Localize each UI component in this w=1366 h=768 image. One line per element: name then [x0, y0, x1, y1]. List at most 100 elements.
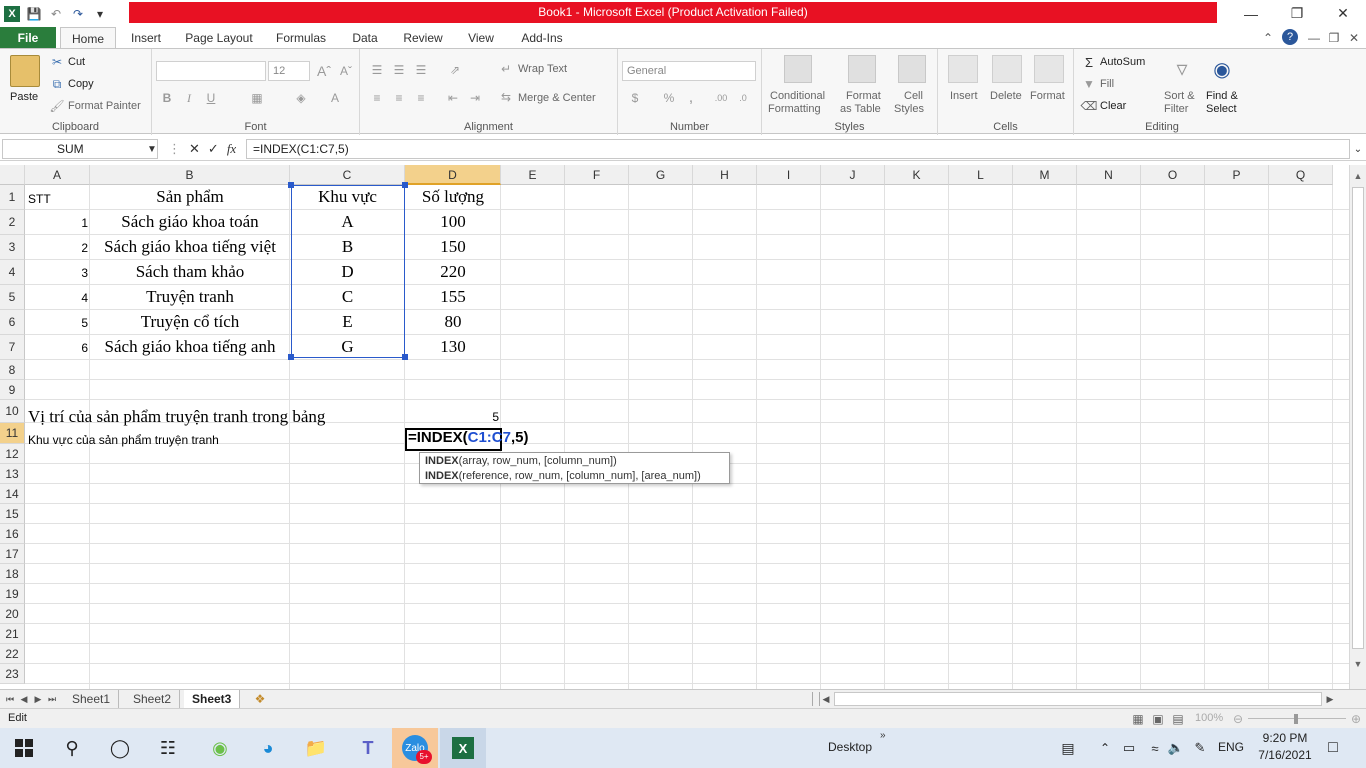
- cut-icon[interactable]: ✂: [50, 55, 64, 69]
- delete-cells-icon[interactable]: [992, 55, 1022, 83]
- align-right-icon[interactable]: ≡: [412, 89, 430, 107]
- name-box-dropdown-icon[interactable]: ▼: [146, 141, 158, 157]
- format-table-text[interactable]: Format: [846, 90, 881, 102]
- cell-b7[interactable]: Sách giáo khoa tiếng anh: [90, 337, 290, 357]
- desktop-toolbar-label[interactable]: Desktop: [828, 740, 872, 754]
- formula-bar-expander-icon[interactable]: ⋮: [168, 141, 181, 157]
- paste-button[interactable]: Paste: [10, 91, 38, 103]
- cell-d7[interactable]: 130: [405, 337, 501, 357]
- range-handle[interactable]: [288, 182, 294, 188]
- clock-time[interactable]: 9:20 PM: [1252, 731, 1318, 745]
- insert-function-icon[interactable]: fx: [227, 141, 236, 157]
- fill-color-icon[interactable]: ◈: [292, 89, 310, 107]
- desktop-chevron-icon[interactable]: »: [880, 730, 886, 741]
- cell-d6[interactable]: 80: [405, 312, 501, 332]
- pen-icon[interactable]: ✎: [1190, 732, 1210, 764]
- column-header-l[interactable]: L: [949, 165, 1013, 185]
- range-handle[interactable]: [402, 182, 408, 188]
- column-header-h[interactable]: H: [693, 165, 757, 185]
- tab-data[interactable]: Data: [348, 27, 382, 49]
- column-header-p[interactable]: P: [1205, 165, 1269, 185]
- row-header-7[interactable]: 7: [0, 335, 25, 360]
- paste-icon[interactable]: [10, 55, 40, 87]
- clear-icon[interactable]: ⌫: [1081, 99, 1098, 113]
- select-text[interactable]: Select: [1206, 103, 1237, 115]
- delete-cells-button[interactable]: Delete: [990, 90, 1022, 102]
- comma-icon[interactable]: ,: [682, 89, 700, 107]
- column-header-a[interactable]: A: [25, 165, 90, 185]
- decrease-decimal-icon[interactable]: .0: [734, 89, 752, 107]
- cancel-icon[interactable]: ✕: [189, 141, 200, 157]
- first-sheet-icon[interactable]: ⏮: [4, 692, 16, 706]
- worksheet-grid[interactable]: ABCDEFGHIJKLMNOPQ 1 2 3 4 5 6 7 8 9 10 11 12 13 14 15 1…: [0, 165, 1349, 689]
- column-header-k[interactable]: K: [885, 165, 949, 185]
- binoculars-icon[interactable]: ◉: [1208, 55, 1236, 83]
- bold-button[interactable]: B: [158, 89, 176, 107]
- conditional-text[interactable]: Conditional: [770, 90, 825, 102]
- autosum-icon[interactable]: Σ: [1082, 55, 1096, 70]
- increase-indent-icon[interactable]: ⇥: [466, 89, 484, 107]
- row-header-18[interactable]: 18: [0, 564, 25, 584]
- tab-page-layout[interactable]: Page Layout: [182, 27, 256, 49]
- row-header-9[interactable]: 9: [0, 380, 25, 400]
- clear-button[interactable]: Clear: [1100, 100, 1126, 112]
- wrap-text-button[interactable]: Wrap Text: [518, 63, 567, 75]
- row-header-17[interactable]: 17: [0, 544, 25, 564]
- row-header-12[interactable]: 12: [0, 444, 25, 464]
- column-header-c[interactable]: C: [290, 165, 405, 185]
- row-header-13[interactable]: 13: [0, 464, 25, 484]
- row-header-15[interactable]: 15: [0, 504, 25, 524]
- wifi-icon[interactable]: ≈: [1144, 732, 1166, 764]
- font-color-icon[interactable]: A: [326, 89, 344, 107]
- column-header-b[interactable]: B: [90, 165, 290, 185]
- tab-review[interactable]: Review: [400, 27, 446, 49]
- row-header-16[interactable]: 16: [0, 524, 25, 544]
- save-icon[interactable]: 💾: [26, 6, 42, 22]
- cell-styles-icon[interactable]: [898, 55, 926, 83]
- coccoc-browser-icon[interactable]: ◉: [204, 732, 236, 764]
- increase-decimal-icon[interactable]: .00: [712, 89, 730, 107]
- sort-filter-icon[interactable]: ▿: [1168, 55, 1196, 83]
- cell-text[interactable]: Cell: [904, 90, 923, 102]
- row-header-6[interactable]: 6: [0, 310, 25, 335]
- column-header-o[interactable]: O: [1141, 165, 1205, 185]
- file-explorer-icon[interactable]: 📁: [300, 732, 332, 764]
- name-box[interactable]: SUM: [2, 139, 158, 159]
- help-icon[interactable]: ?: [1282, 29, 1298, 45]
- tab-insert[interactable]: Insert: [128, 27, 164, 49]
- cell-d11-editor[interactable]: =INDEX(C1:C7,5): [408, 429, 528, 446]
- horizontal-scroll-thumb[interactable]: [834, 692, 1322, 706]
- row-header-10[interactable]: 10: [0, 400, 25, 423]
- restore-button[interactable]: ❐: [1274, 0, 1320, 27]
- orientation-icon[interactable]: ⇗: [446, 61, 464, 79]
- cell-d1[interactable]: Số lượng: [405, 187, 501, 207]
- select-all-button[interactable]: [0, 165, 25, 185]
- row-header-22[interactable]: 22: [0, 644, 25, 664]
- number-format-select[interactable]: General: [622, 61, 756, 81]
- cell-a5[interactable]: 4: [26, 291, 88, 305]
- insert-sheet-icon[interactable]: ❖: [252, 691, 268, 707]
- normal-view-icon[interactable]: ▦: [1130, 711, 1146, 727]
- zalo-taskbar-item[interactable]: Zalo: [392, 728, 438, 768]
- sort-text[interactable]: Sort &: [1164, 90, 1195, 102]
- minimize-button[interactable]: —: [1228, 0, 1274, 27]
- next-sheet-icon[interactable]: ▶: [32, 692, 44, 706]
- styles-text[interactable]: Styles: [894, 103, 924, 115]
- enter-icon[interactable]: ✓: [208, 141, 219, 157]
- underline-button[interactable]: U: [202, 89, 220, 107]
- clock-date[interactable]: 7/16/2021: [1252, 748, 1318, 762]
- cell-a1[interactable]: STT: [28, 192, 51, 206]
- cell-a10[interactable]: Vị trí của sản phẩm truyện tranh trong b…: [28, 407, 325, 427]
- row-header-23[interactable]: 23: [0, 664, 25, 684]
- conditional-formatting-icon[interactable]: [784, 55, 812, 83]
- formula-input[interactable]: =INDEX(C1:C7,5): [246, 139, 1350, 159]
- excel-taskbar-item[interactable]: X: [440, 728, 486, 768]
- action-center-icon[interactable]: □: [1320, 732, 1346, 764]
- currency-icon[interactable]: $: [626, 89, 644, 107]
- edge-icon[interactable]: ◕: [252, 732, 284, 764]
- format-cells-icon[interactable]: [1034, 55, 1064, 83]
- tooltip-line-1[interactable]: INDEX(array, row_num, [column_num]): [425, 454, 724, 469]
- column-header-j[interactable]: J: [821, 165, 885, 185]
- italic-button[interactable]: I: [180, 89, 198, 107]
- cell-d4[interactable]: 220: [405, 262, 501, 282]
